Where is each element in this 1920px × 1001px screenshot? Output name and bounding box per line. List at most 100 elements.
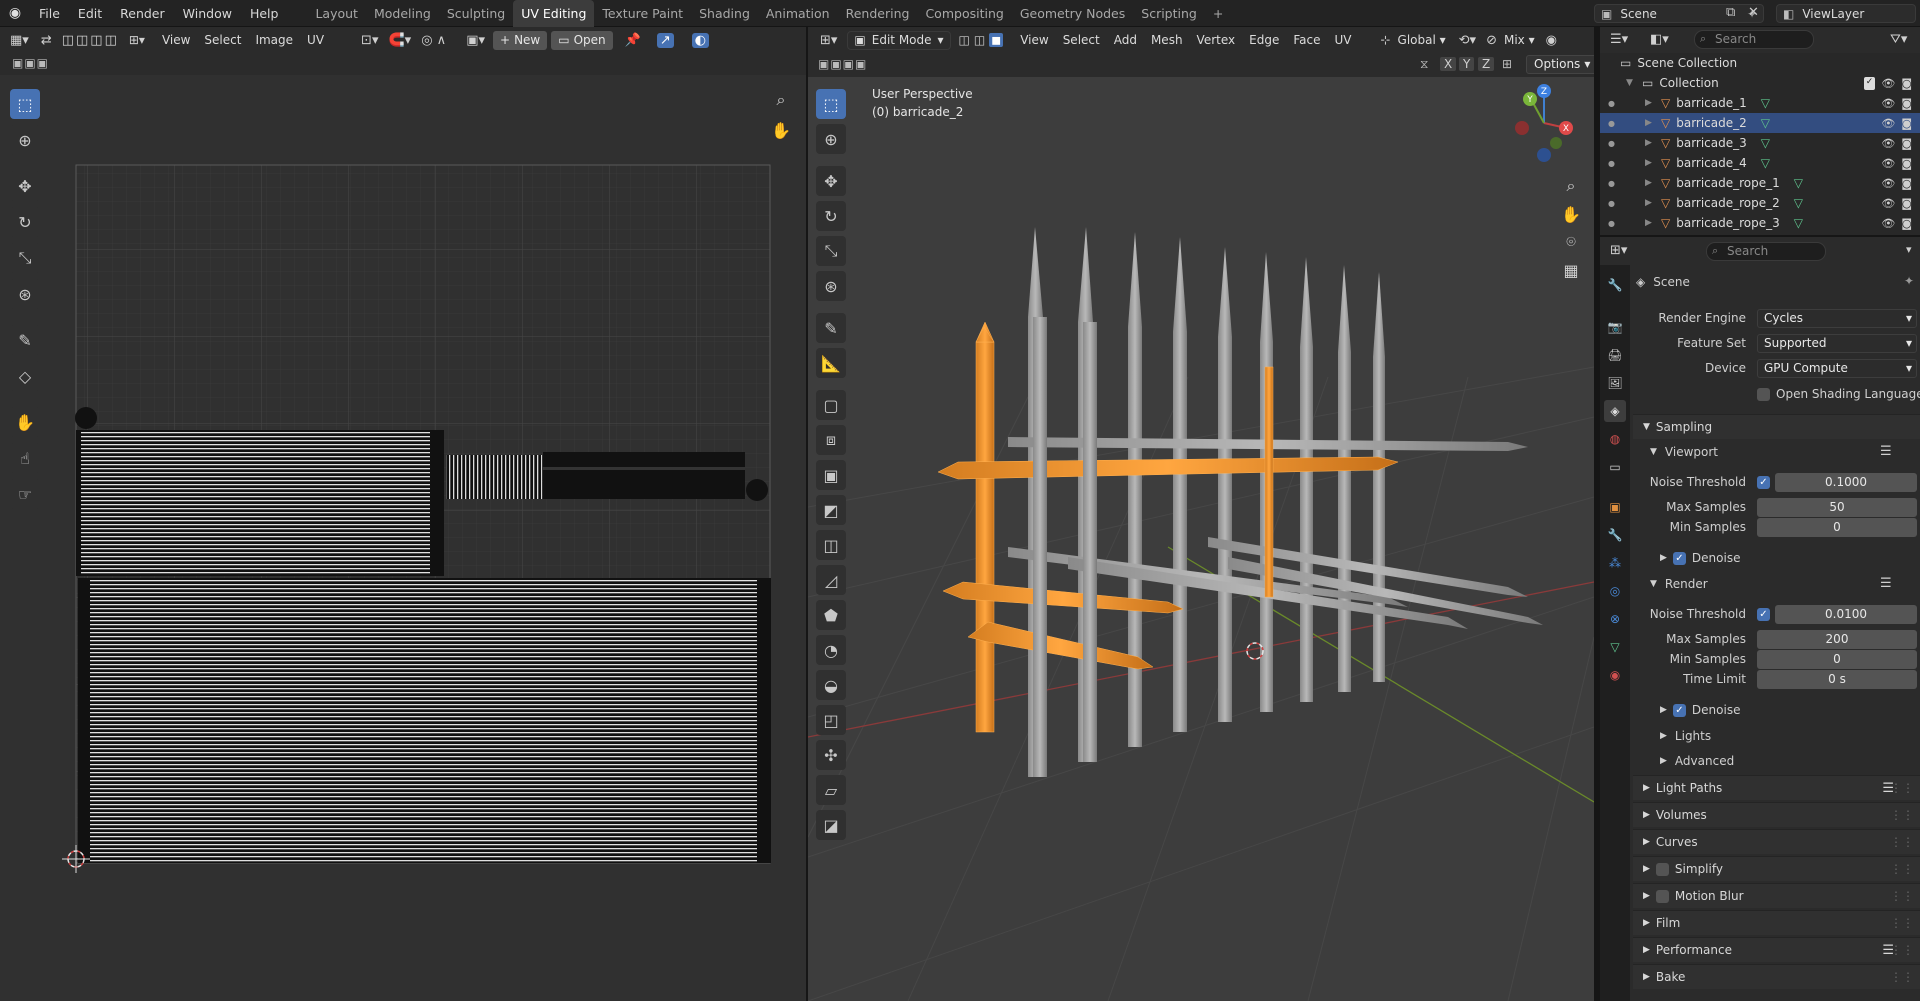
physics-tab-icon[interactable]: ◎ [1604,580,1626,602]
viewport-menu-vertex[interactable]: Vertex [1190,33,1243,47]
render-subpanel-header[interactable]: ▼ Render [1650,574,1708,594]
bevel-tool[interactable]: ◩ [816,495,846,525]
vp-noise-threshold-field[interactable]: 0.1000 [1775,473,1917,492]
panel-enable-checkbox[interactable] [1655,889,1669,903]
pinch-tool[interactable]: ☞ [10,479,40,509]
render-camera-icon[interactable]: ◙ [1901,117,1912,130]
render-camera-icon[interactable]: ◙ [1901,197,1912,210]
workspace-tab-animation[interactable]: Animation [758,0,838,27]
select-dot-icon[interactable]: ● [1608,159,1615,168]
visibility-eye-icon[interactable]: 👁 [1881,117,1895,130]
vp-denoise-checkbox[interactable]: ✓ [1672,551,1686,565]
vp-min-samples-field[interactable]: 0 [1757,518,1917,537]
mode-selector[interactable]: ▣ Edit Mode ▾ [847,30,951,50]
visibility-eye-icon[interactable]: 👁 [1881,157,1895,170]
edge-select-icon[interactable]: ◫ [974,33,985,47]
mesh-data-icon[interactable]: ▽ [1794,196,1803,210]
uv-gizmo-icon[interactable]: ↗ [656,32,674,48]
osl-checkbox[interactable] [1757,387,1770,401]
panel-header-performance[interactable]: ▶ Performance ☰ ⋮⋮ [1633,937,1920,962]
uv-overlay-icon[interactable]: ◐ [691,32,710,48]
outliner-item[interactable]: ● ▶ ▽ barricade_3 ▽ 👁 ◙ [1600,133,1920,153]
snap-toggle-icon[interactable]: ⊘ [1486,33,1497,48]
outliner-item[interactable]: ● ▶ ▽ barricade_rope_2 ▽ 👁 ◙ [1600,193,1920,213]
panel-header-motion-blur[interactable]: ▶ Motion Blur ⋮⋮ [1633,883,1920,908]
uv-menu-uv[interactable]: UV [300,33,331,47]
zoom-icon[interactable]: ⌕ [768,87,794,113]
sampling-panel-header[interactable]: ▼ Sampling [1633,414,1920,439]
r-noise-threshold-field[interactable]: 0.0100 [1775,605,1917,624]
mesh-data-icon[interactable]: ▽ [1794,216,1803,230]
proportional-edit-icon[interactable]: ◎ ∧ [421,33,446,48]
pivot-point-icon[interactable]: ⟲▾ [1459,33,1476,48]
workspace-tab-texture-paint[interactable]: Texture Paint [594,0,691,27]
transform-tool[interactable]: ⊛ [10,279,40,309]
select-box-mode-icons[interactable]: ▣▣▣ [12,56,49,70]
auto-merge-icon[interactable]: ⊞ [1502,57,1512,71]
3d-viewport[interactable]: User Perspective (0) barricade_2 ⬚ ⊕ ✥ ↻… [808,77,1594,1001]
properties-search-input[interactable]: Search [1706,242,1826,261]
sync-selection-icon[interactable]: ⇄ [41,33,52,48]
pin-image-icon[interactable]: 📌 [625,33,641,48]
expand-object-icon[interactable]: ▶ [1645,158,1655,168]
vp-measure-tool[interactable]: 📐 [816,348,846,378]
mesh-data-icon[interactable]: ▽ [1761,116,1770,130]
workspace-tab-geometry-nodes[interactable]: Geometry Nodes [1012,0,1133,27]
expand-object-icon[interactable]: ▶ [1645,218,1655,228]
r-noise-threshold-checkbox[interactable]: ✓ [1757,608,1770,621]
vertex-select-icon[interactable]: ◫ [959,33,970,47]
vp-pan-icon[interactable]: ✋ [1558,201,1584,227]
vp-select-box-tool[interactable]: ⬚ [816,89,846,119]
feature-set-dropdown[interactable]: Supported ▾ [1757,334,1917,353]
workspace-tab-scripting[interactable]: Scripting [1133,0,1205,27]
uv-menu-view[interactable]: View [155,33,197,47]
rip-tool[interactable]: ◇ [10,361,40,391]
drag-handle-icon[interactable]: ⋮⋮ [1890,889,1914,903]
filter-icon[interactable]: ⛛▾ [1890,32,1907,47]
render-camera-icon[interactable]: ◙ [1901,137,1912,150]
menu-edit[interactable]: Edit [69,0,111,27]
workspace-tab-layout[interactable]: Layout [307,0,366,27]
spin-tool[interactable]: ◔ [816,635,846,665]
annotate-tool[interactable]: ✎ [10,325,40,355]
proportional-toggle-icon[interactable]: ◉ [1546,33,1557,48]
workspace-tab-rendering[interactable]: Rendering [838,0,918,27]
inset-tool[interactable]: ▣ [816,460,846,490]
r-time-limit-field[interactable]: 0 s [1757,670,1917,689]
collection-row[interactable]: ▼ ▭ Collection ✓ 👁 ◙ [1600,73,1920,93]
select-dot-icon[interactable]: ● [1608,179,1615,188]
mirror-y-toggle[interactable]: Y [1459,57,1475,71]
visibility-eye-icon[interactable]: 👁 [1881,137,1895,150]
mesh-data-icon[interactable]: ▽ [1794,176,1803,190]
render-camera-icon[interactable]: ◙ [1901,77,1912,90]
snap-target-selector[interactable]: Mix ▾ [1497,33,1542,47]
workspace-tab-compositing[interactable]: Compositing [917,0,1011,27]
vp-max-samples-field[interactable]: 50 [1757,498,1917,517]
viewport-menu-edge[interactable]: Edge [1242,33,1286,47]
tool-tab-icon[interactable]: 🔧 [1604,274,1626,296]
rip-region-tool[interactable]: ◪ [816,810,846,840]
delete-scene-icon[interactable]: ✕ [1748,5,1759,20]
new-scene-icon[interactable]: ⧉ [1726,5,1735,20]
outliner-item[interactable]: ● ▶ ▽ barricade_2 ▽ 👁 ◙ [1600,113,1920,133]
vp-move-tool[interactable]: ✥ [816,166,846,196]
vp-scale-tool[interactable]: ⤡ [816,236,846,266]
shear-tool[interactable]: ▱ [816,775,846,805]
shrink-fatten-tool[interactable]: ✣ [816,740,846,770]
panel-enable-checkbox[interactable] [1655,862,1669,876]
panel-header-curves[interactable]: ▶ Curves ⋮⋮ [1633,829,1920,854]
drag-handle-icon[interactable]: ⋮⋮ [1890,808,1914,822]
vp-denoise-row[interactable]: ▶ ✓ Denoise [1660,548,1740,568]
menu-window[interactable]: Window [174,0,241,27]
expand-collection-icon[interactable]: ▼ [1626,78,1636,88]
uv-menu-image[interactable]: Image [248,33,300,47]
outliner-item[interactable]: ● ▶ ▽ barricade_4 ▽ 👁 ◙ [1600,153,1920,173]
world-tab-icon[interactable]: ◍ [1604,428,1626,450]
viewport-editor-type-icon[interactable]: ⊞▾ [820,33,837,48]
expand-object-icon[interactable]: ▶ [1645,138,1655,148]
drag-handle-icon[interactable]: ⋮⋮ [1890,781,1914,795]
panel-header-simplify[interactable]: ▶ Simplify ⋮⋮ [1633,856,1920,881]
pivot-icon[interactable]: ⊡▾ [361,33,378,48]
menu-file[interactable]: File [30,0,69,27]
options-button[interactable]: Options ▾ [1526,55,1599,74]
